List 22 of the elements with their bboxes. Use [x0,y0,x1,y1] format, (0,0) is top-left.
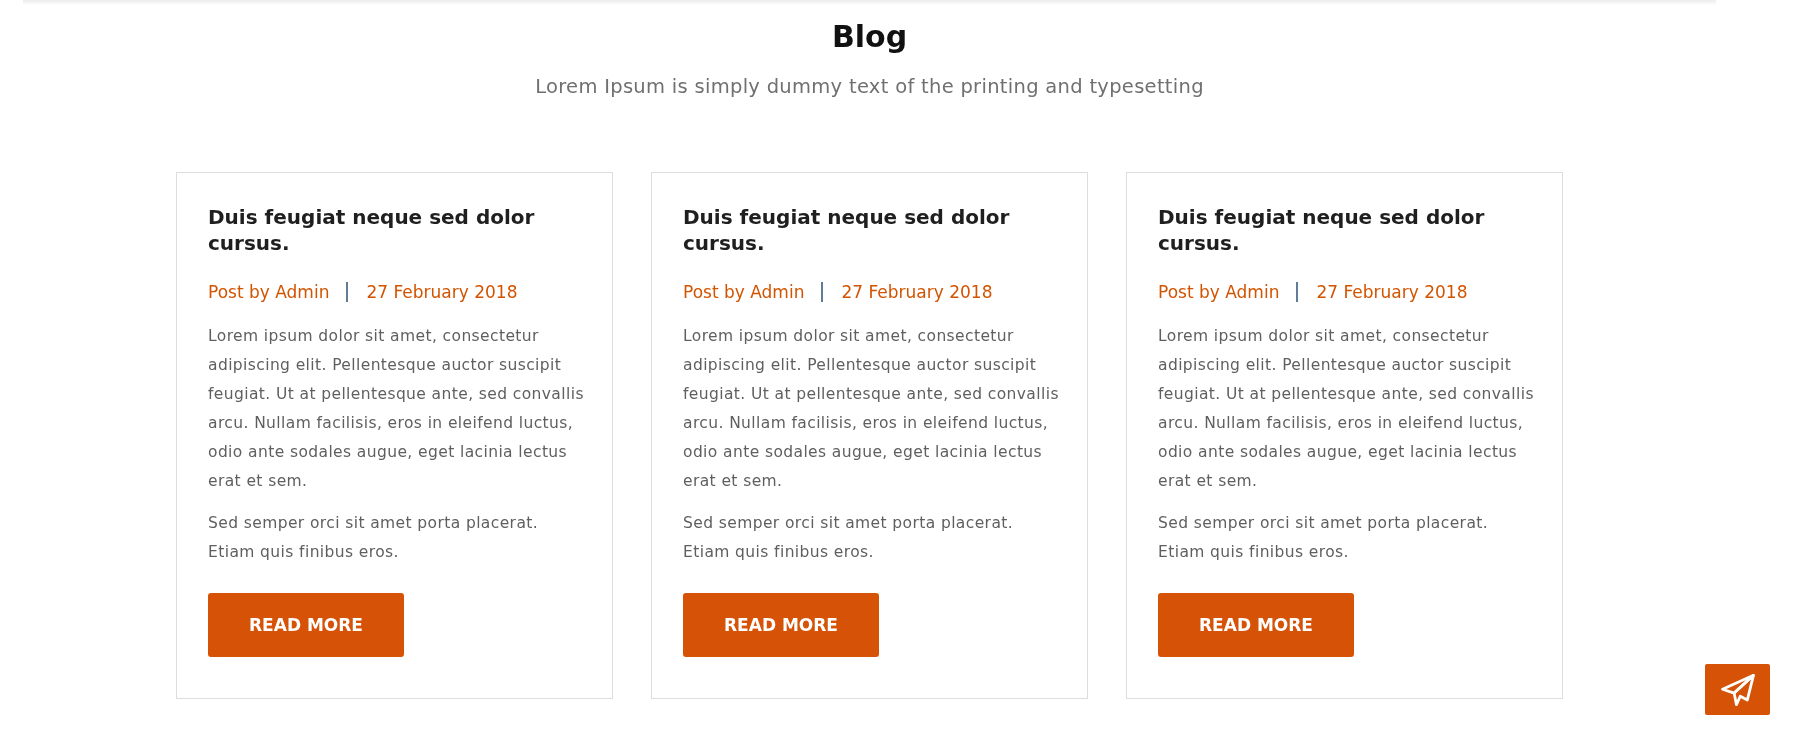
read-more-button[interactable]: READ MORE [683,593,879,657]
post-excerpt: Sed semper orci sit amet porta placerat. Etiam quis finibus eros. [1158,513,1490,563]
post-date: 27 February 2018 [1316,281,1468,304]
post-excerpt: Lorem ipsum dolor sit amet, consectetur adipiscing elit. Pellentesque auctor suscipit feugiat. Ut at pellentesque ante, sed convallis arcu. Nullam facilisis, eros in eleifend luctus, odio ante sodales augue, eget lacinia lectus erat et sem. [1158,326,1534,492]
read-more-button[interactable]: READ MORE [1158,593,1354,657]
post-author: Post by Admin [208,281,330,304]
post-excerpt: Lorem ipsum dolor sit amet, consectetur adipiscing elit. Pellentesque auctor suscipit feugiat. Ut at pellentesque ante, sed convallis arcu. Nullam facilisis, eros in eleifend luctus, odio ante sodales augue, eget lacinia lectus erat et sem. [208,326,584,492]
post-date: 27 February 2018 [841,281,993,304]
post-date: 27 February 2018 [366,281,518,304]
post-title: Duis feugiat neque sed dolor cursus. [1158,204,1486,256]
post-excerpt: Sed semper orci sit amet porta placerat. Etiam quis finibus eros. [683,513,1015,563]
section-title: Blog [831,18,908,56]
post-author: Post by Admin [1158,281,1280,304]
post-title: Duis feugiat neque sed dolor cursus. [683,204,1011,256]
paper-plane-icon [1720,672,1755,707]
send-button[interactable] [1705,664,1770,715]
post-excerpt: Lorem ipsum dolor sit amet, consectetur adipiscing elit. Pellentesque auctor suscipit feugiat. Ut at pellentesque ante, sed convallis arcu. Nullam facilisis, eros in eleifend luctus, odio ante sodales augue, eget lacinia lectus erat et sem. [683,326,1059,492]
post-title: Duis feugiat neque sed dolor cursus. [208,204,536,256]
post-author: Post by Admin [683,281,805,304]
read-more-button[interactable]: READ MORE [208,593,404,657]
post-excerpt: Sed semper orci sit amet porta placerat. Etiam quis finibus eros. [208,513,540,563]
section-subtitle: Lorem Ipsum is simply dummy text of the printing and typesetting [535,74,1204,100]
